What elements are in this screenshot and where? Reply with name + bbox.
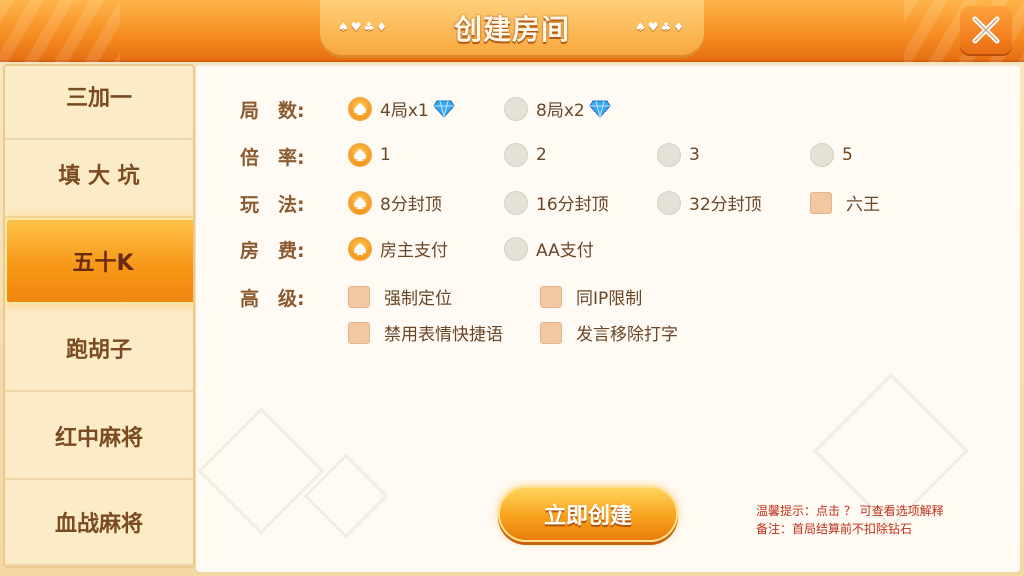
play-label: 玩 法:: [240, 194, 305, 216]
rate-option-1[interactable]: 1: [348, 143, 391, 167]
checkbox-box: [348, 285, 370, 308]
rate-option-5[interactable]: 5: [810, 143, 853, 167]
suits-decoration-right: ♠♥♣♦: [634, 20, 686, 34]
create-button-label: 立即创建: [543, 504, 632, 529]
option-label: 8局x2: [536, 101, 585, 121]
close-icon: [972, 16, 1000, 44]
same-ip-limit-checkbox[interactable]: 同IP限制: [540, 284, 642, 309]
rate-label: 倍 率:: [240, 147, 305, 169]
play-option-32[interactable]: 32分封顶: [657, 190, 762, 215]
sidebar-item-label: 跑胡子: [65, 338, 132, 363]
force-location-checkbox[interactable]: 强制定位: [348, 284, 452, 309]
tip-line: 温馨提示：点击 ？ 可查看选项解释: [756, 504, 944, 518]
sidebar-item-paohuzi[interactable]: 跑胡子: [5, 306, 193, 392]
radio-selected: [348, 96, 372, 121]
option-label: 发言移除打字: [576, 325, 678, 345]
spade-icon: [354, 242, 366, 255]
checkbox-box: [540, 285, 562, 308]
sidebar-item-label: 五十K: [72, 251, 134, 276]
option-label: 房主支付: [380, 241, 448, 261]
sidebar-item-label: 红中麻将: [54, 426, 143, 451]
advanced-label: 高 级:: [240, 288, 305, 310]
play-option-8[interactable]: 8分封顶: [348, 190, 442, 215]
option-label: 3: [689, 145, 700, 165]
dialog-header: ♠♥♣♦ 创建房间 ♠♥♣♦: [0, 0, 1024, 62]
sidebar-item-label: 三加一: [65, 86, 132, 111]
option-label: 强制定位: [384, 289, 452, 309]
option-label: 同IP限制: [576, 289, 643, 309]
checkbox-box: [348, 321, 370, 344]
background-decoration: [197, 407, 325, 535]
option-label: 16分封顶: [536, 195, 609, 215]
title-plate: ♠♥♣♦ 创建房间 ♠♥♣♦: [320, 0, 704, 58]
sidebar-item-label: 血战麻将: [54, 512, 143, 537]
create-room-button[interactable]: 立即创建: [498, 486, 678, 542]
sidebar-item-xuezhan[interactable]: 血战麻将: [5, 480, 193, 566]
option-label: 1: [380, 145, 391, 165]
diamond-gem-icon: [433, 100, 455, 118]
sidebar-item-hongzhong[interactable]: 红中麻将: [5, 394, 193, 480]
remove-typing-checkbox[interactable]: 发言移除打字: [540, 320, 678, 345]
options-panel: 局 数: 4局x1 8局x2 倍 率: 1 2 3 5 玩 法: 8分封顶 16…: [196, 64, 1020, 572]
tips-text: 温馨提示：点击 ？ 可查看选项解释 备注：首局结算前不扣除钻石: [756, 502, 1016, 538]
spade-icon: [354, 102, 366, 115]
spade-icon: [354, 149, 366, 161]
rate-option-3[interactable]: 3: [657, 143, 700, 167]
radio-selected: [348, 190, 372, 215]
create-room-dialog: ♠♥♣♦ 创建房间 ♠♥♣♦ 三加一 填 大 坑 五十K 跑胡子 红中麻将 血战: [0, 0, 1024, 576]
spade-icon: [354, 196, 366, 209]
diamond-gem-icon: [589, 100, 611, 118]
option-label: 2: [536, 145, 547, 165]
rounds-option-4[interactable]: 4局x1: [348, 96, 455, 121]
disable-emoji-checkbox[interactable]: 禁用表情快捷语: [348, 320, 503, 345]
rate-option-2[interactable]: 2: [504, 143, 547, 167]
radio-unselected: [504, 190, 528, 215]
option-label: 8分封顶: [380, 195, 442, 215]
radio-unselected: [504, 143, 528, 167]
play-option-16[interactable]: 16分封顶: [504, 190, 609, 215]
header-decoration: [0, 0, 120, 62]
sidebar-item-label: 填 大 坑: [58, 164, 140, 189]
radio-unselected: [810, 143, 834, 167]
radio-selected: [348, 143, 372, 167]
rounds-label: 局 数:: [240, 100, 305, 122]
sidebar-item-sanjiayi[interactable]: 三加一: [5, 66, 193, 140]
sidebar-item-tiandakeng[interactable]: 填 大 坑: [5, 132, 193, 218]
liuwang-checkbox[interactable]: 六王: [810, 190, 880, 215]
radio-unselected: [657, 190, 681, 215]
fee-label: 房 费:: [240, 240, 305, 262]
option-label: AA支付: [536, 241, 594, 261]
tip-line: 备注：首局结算前不扣除钻石: [756, 522, 913, 536]
checkbox-box: [540, 321, 562, 344]
radio-selected: [348, 236, 372, 261]
option-label: 5: [842, 145, 853, 165]
checkbox-box: [810, 191, 832, 214]
sidebar-item-wushik[interactable]: 五十K: [5, 218, 193, 304]
radio-unselected: [504, 96, 528, 121]
radio-unselected: [657, 143, 681, 167]
radio-unselected: [504, 236, 528, 261]
fee-option-aa[interactable]: AA支付: [504, 236, 594, 261]
option-label: 32分封顶: [689, 195, 762, 215]
game-sidebar: 三加一 填 大 坑 五十K 跑胡子 红中麻将 血战麻将: [3, 64, 195, 568]
option-label: 六王: [846, 195, 880, 215]
option-label: 4局x1: [380, 101, 429, 121]
close-button[interactable]: [960, 6, 1012, 54]
option-label: 禁用表情快捷语: [384, 325, 503, 345]
fee-option-owner[interactable]: 房主支付: [348, 236, 448, 261]
rounds-option-8[interactable]: 8局x2: [504, 96, 611, 121]
